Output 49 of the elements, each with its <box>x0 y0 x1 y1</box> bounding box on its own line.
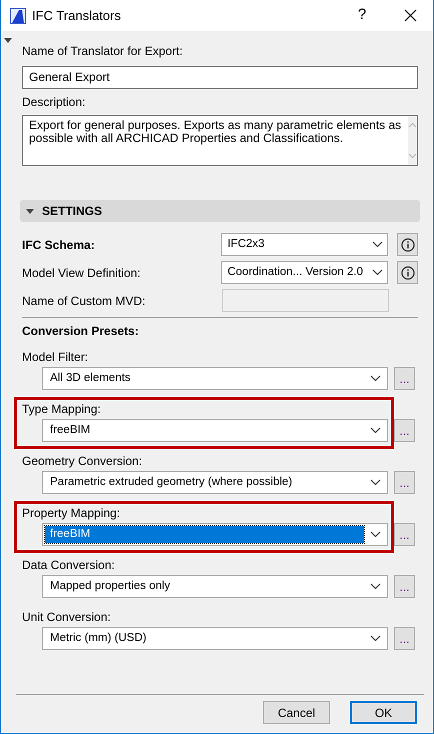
dropdown[interactable]: freeBIM <box>42 523 388 546</box>
more-button[interactable]: ... <box>394 523 415 546</box>
app-logo-icon <box>10 8 26 24</box>
dropdown[interactable]: IFC2x3 <box>221 233 388 256</box>
chevron-icon <box>370 375 381 382</box>
chevron-icon <box>372 241 384 248</box>
info-button[interactable] <box>397 233 418 256</box>
dropdown[interactable]: freeBIM <box>42 419 388 442</box>
chevron-icon <box>370 635 381 642</box>
scroll-up-icon <box>408 122 417 128</box>
field-label: Model Filter: <box>22 350 90 364</box>
chevron-icon <box>370 427 381 434</box>
dropdown[interactable]: Metric (mm) (USD) <box>42 627 388 650</box>
chevron-icon <box>370 583 381 590</box>
name-field[interactable]: General Export <box>22 66 418 89</box>
field-label: Data Conversion: <box>22 558 116 572</box>
dropdown[interactable]: All 3D elements <box>42 367 388 390</box>
more-button[interactable]: ... <box>394 471 415 494</box>
more-button[interactable]: ... <box>394 627 415 650</box>
more-button[interactable]: ... <box>394 419 415 442</box>
dialog-button[interactable]: OK <box>350 701 417 724</box>
section-title: SETTINGS <box>42 203 102 220</box>
field-label: Name of Translator for Export: <box>22 44 184 58</box>
field-label: Property Mapping: <box>22 506 122 520</box>
dropdown[interactable]: Parametric extruded geometry (where possible) <box>42 471 388 494</box>
help-button[interactable]: ? <box>347 4 377 27</box>
caret-icon <box>4 38 12 43</box>
more-button[interactable]: ... <box>394 575 415 598</box>
chevron-icon <box>372 269 384 276</box>
chevron-icon <box>370 531 381 538</box>
field-label: Name of Custom MVD: <box>22 294 146 308</box>
field-label: Description: <box>22 95 86 109</box>
field-label: Model View Definition: <box>22 266 142 280</box>
dropdown[interactable]: Coordination... Version 2.0 <box>221 261 388 284</box>
field-label: Geometry Conversion: <box>22 454 144 468</box>
info-button[interactable] <box>397 261 418 284</box>
field-label: Type Mapping: <box>22 402 102 416</box>
field-label: IFC Schema: <box>22 238 96 252</box>
window-title: IFC Translators <box>32 6 122 25</box>
description-field[interactable]: Export for general purposes. Exports as many parametric elements as possible with all ARCHICAD Properties and Classifications. <box>22 115 418 166</box>
more-button[interactable]: ... <box>394 367 415 390</box>
dropdown[interactable]: Mapped properties only <box>42 575 388 598</box>
section-label: Conversion Presets: <box>22 324 140 338</box>
chevron-icon <box>370 479 381 486</box>
dialog-button[interactable]: Cancel <box>263 701 330 724</box>
description-text: Export for general purposes. Exports as many parametric elements as possible with all ARCHICAD Properties and Classifications. <box>28 117 402 147</box>
section-header[interactable]: SETTINGS <box>20 200 420 222</box>
scroll-down-icon <box>408 153 417 159</box>
field-label: Unit Conversion: <box>22 610 112 624</box>
